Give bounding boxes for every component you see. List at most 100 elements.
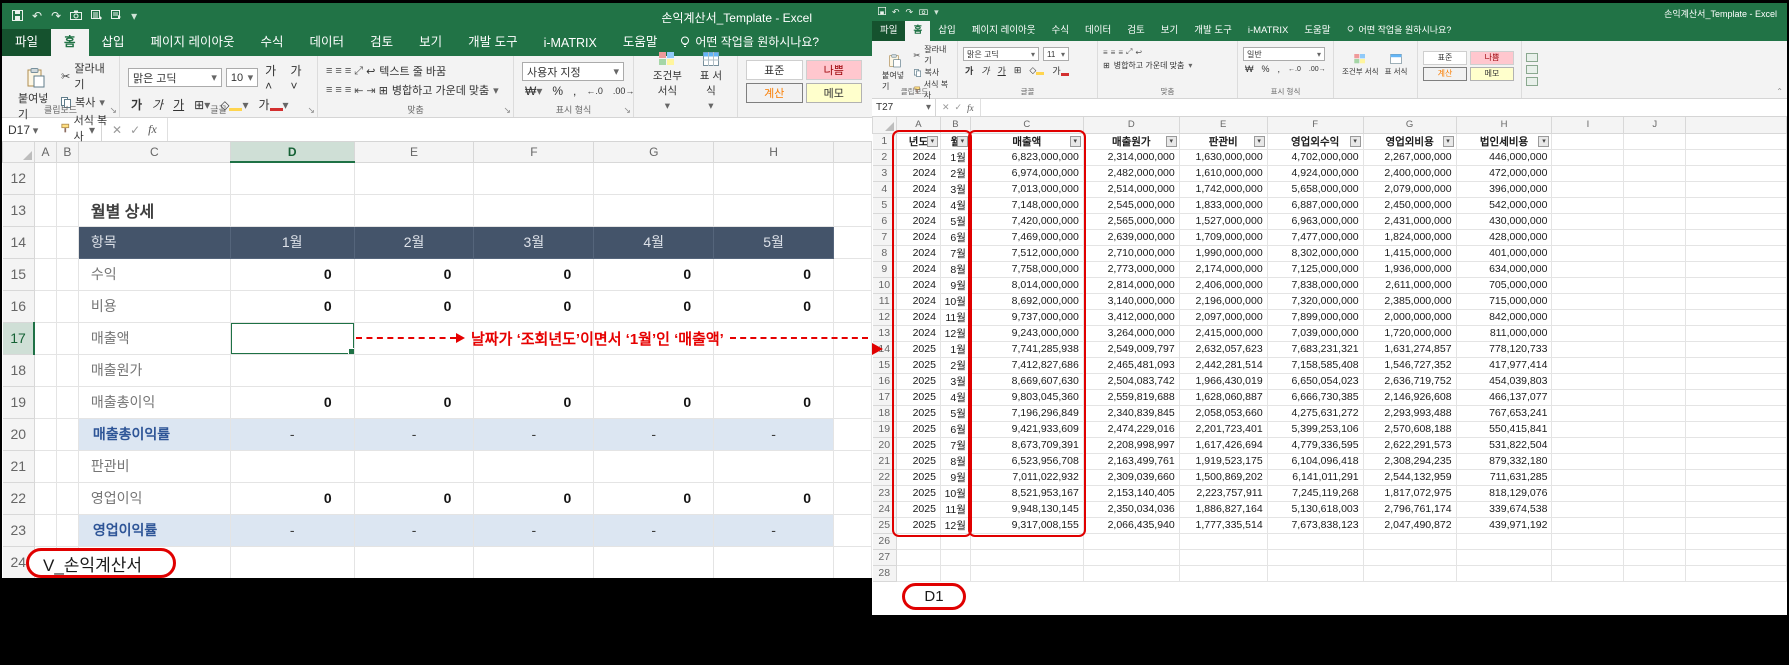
cut-button[interactable]: ✂잘라내기 xyxy=(914,44,952,66)
cell[interactable] xyxy=(1624,501,1686,517)
cell[interactable]: 1,742,000,000 xyxy=(1179,181,1267,197)
cell[interactable] xyxy=(834,258,872,290)
row-header-17[interactable]: 17 xyxy=(3,322,35,354)
cell[interactable] xyxy=(34,162,56,194)
cell[interactable] xyxy=(1552,261,1624,277)
cell[interactable] xyxy=(1624,277,1686,293)
ribbon-tab-file[interactable]: 파일 xyxy=(2,26,51,56)
cell-style-bad[interactable]: 나쁨 xyxy=(806,60,863,80)
cell[interactable]: - xyxy=(354,418,474,450)
cell-style-note[interactable]: 메모 xyxy=(806,83,863,103)
cell[interactable]: 0 xyxy=(230,386,354,418)
enter-icon[interactable]: ✓ xyxy=(955,102,963,113)
save-icon[interactable] xyxy=(878,7,886,17)
paste-dropdown-icon[interactable]: ▾ xyxy=(33,124,39,137)
row-header-13[interactable]: 13 xyxy=(3,194,35,226)
qat-customize-icon[interactable]: ▾ xyxy=(934,8,939,17)
font-color-icon[interactable]: 가 xyxy=(1050,64,1070,77)
cell[interactable] xyxy=(56,194,78,226)
column-header-G[interactable]: G xyxy=(1363,117,1456,133)
cell[interactable]: 1,630,000,000 xyxy=(1179,149,1267,165)
cell[interactable]: 6,650,054,023 xyxy=(1267,373,1363,389)
cell[interactable] xyxy=(1624,325,1686,341)
row-header-19[interactable]: 19 xyxy=(3,386,35,418)
cell[interactable] xyxy=(594,450,714,482)
ribbon-tab-file[interactable]: 파일 xyxy=(872,18,905,41)
cell[interactable] xyxy=(1624,517,1686,533)
cell[interactable]: 439,971,192 xyxy=(1456,517,1552,533)
undo-icon[interactable]: ↶ xyxy=(892,8,900,17)
cell[interactable] xyxy=(1552,213,1624,229)
cell[interactable] xyxy=(34,418,56,450)
cell[interactable] xyxy=(1179,549,1267,565)
header-cell[interactable]: 영업외비용▾ xyxy=(1363,133,1456,149)
comma-style-icon[interactable]: , xyxy=(570,84,579,98)
align-top-icon[interactable]: ≡ xyxy=(326,65,331,77)
cell[interactable]: 0 xyxy=(474,258,594,290)
cell[interactable]: 2,000,000,000 xyxy=(1363,309,1456,325)
cell[interactable]: 778,120,733 xyxy=(1456,341,1552,357)
cell[interactable] xyxy=(1624,197,1686,213)
cell[interactable] xyxy=(1552,389,1624,405)
cell[interactable]: 7,158,585,408 xyxy=(1267,357,1363,373)
accounting-format-icon[interactable]: ₩ xyxy=(1243,64,1256,74)
cell[interactable] xyxy=(56,162,78,194)
cell[interactable] xyxy=(714,162,834,194)
ribbon-tab-데이터[interactable]: 데이터 xyxy=(297,26,358,56)
sheet-tab-d1[interactable]: D1 xyxy=(902,583,966,610)
cell[interactable] xyxy=(1624,357,1686,373)
cell[interactable]: 705,000,000 xyxy=(1456,277,1552,293)
row-header-28[interactable]: 28 xyxy=(873,565,897,581)
percent-style-icon[interactable]: % xyxy=(549,84,566,98)
cell[interactable] xyxy=(474,194,594,226)
alignment-dialog-launcher-icon[interactable]: ↘ xyxy=(503,105,511,116)
cell[interactable]: 영업이익 xyxy=(78,482,230,514)
increase-font-icon[interactable]: 가˄ xyxy=(262,62,283,93)
cell[interactable] xyxy=(1552,469,1624,485)
cell[interactable]: 715,000,000 xyxy=(1456,293,1552,309)
column-header-H[interactable]: H xyxy=(714,142,834,162)
column-header-A[interactable]: A xyxy=(34,142,56,162)
cell[interactable] xyxy=(1552,533,1624,549)
row-header-23[interactable]: 23 xyxy=(3,514,35,546)
comma-style-icon[interactable]: , xyxy=(1276,64,1283,74)
cell[interactable] xyxy=(1624,133,1686,149)
font-size-select[interactable]: 10▾ xyxy=(226,68,258,87)
move-sheet-icon[interactable] xyxy=(111,10,122,23)
header-cell[interactable]: 법인세비용▾ xyxy=(1456,133,1552,149)
undo-icon[interactable]: ↶ xyxy=(32,10,42,22)
format-painter-button[interactable]: 서식 복사 xyxy=(61,112,111,144)
cell[interactable]: 7,245,119,268 xyxy=(1267,485,1363,501)
cell-style-note[interactable]: 메모 xyxy=(1470,67,1514,81)
cell[interactable]: 396,000,000 xyxy=(1456,181,1552,197)
cell[interactable] xyxy=(834,354,872,386)
column-header-F[interactable]: F xyxy=(474,142,594,162)
cell[interactable]: 2,309,039,660 xyxy=(1083,469,1179,485)
ribbon-tab-수식[interactable]: 수식 xyxy=(248,26,297,56)
ribbon-tab-페이지 레이아웃[interactable]: 페이지 레이아웃 xyxy=(138,26,248,56)
cell[interactable]: 2,223,757,911 xyxy=(1179,485,1267,501)
ribbon-tab-검토[interactable]: 검토 xyxy=(357,26,406,56)
font-name-select[interactable]: 맑은 고딕▾ xyxy=(963,47,1039,61)
cancel-icon[interactable]: ✕ xyxy=(942,102,950,113)
wrap-text-icon[interactable]: ↩ xyxy=(1135,48,1141,57)
cell[interactable]: 1,415,000,000 xyxy=(1363,245,1456,261)
selected-cell[interactable] xyxy=(230,322,354,354)
cell[interactable]: 2,163,499,761 xyxy=(1083,453,1179,469)
cell[interactable]: 1월 xyxy=(230,226,354,258)
cell[interactable]: 2,773,000,000 xyxy=(1083,261,1179,277)
cell[interactable] xyxy=(1552,277,1624,293)
cell[interactable]: 0 xyxy=(474,482,594,514)
align-bottom-icon[interactable]: ≡ xyxy=(345,65,350,77)
increase-decimal-icon[interactable]: ←.0 xyxy=(583,86,606,96)
cut-button[interactable]: ✂잘라내기 xyxy=(61,60,111,92)
cell[interactable]: 2,308,294,235 xyxy=(1363,453,1456,469)
borders-icon[interactable]: ⊞ xyxy=(1012,65,1024,76)
cell[interactable] xyxy=(896,549,940,565)
cell[interactable]: 0 xyxy=(714,290,834,322)
camera-icon[interactable] xyxy=(919,8,928,17)
cell-style-normal[interactable]: 표준 xyxy=(746,60,803,80)
cell[interactable]: 항목 xyxy=(78,226,230,258)
header-cell[interactable]: 영업외수익▾ xyxy=(1267,133,1363,149)
row-header-12[interactable]: 12 xyxy=(3,162,35,194)
